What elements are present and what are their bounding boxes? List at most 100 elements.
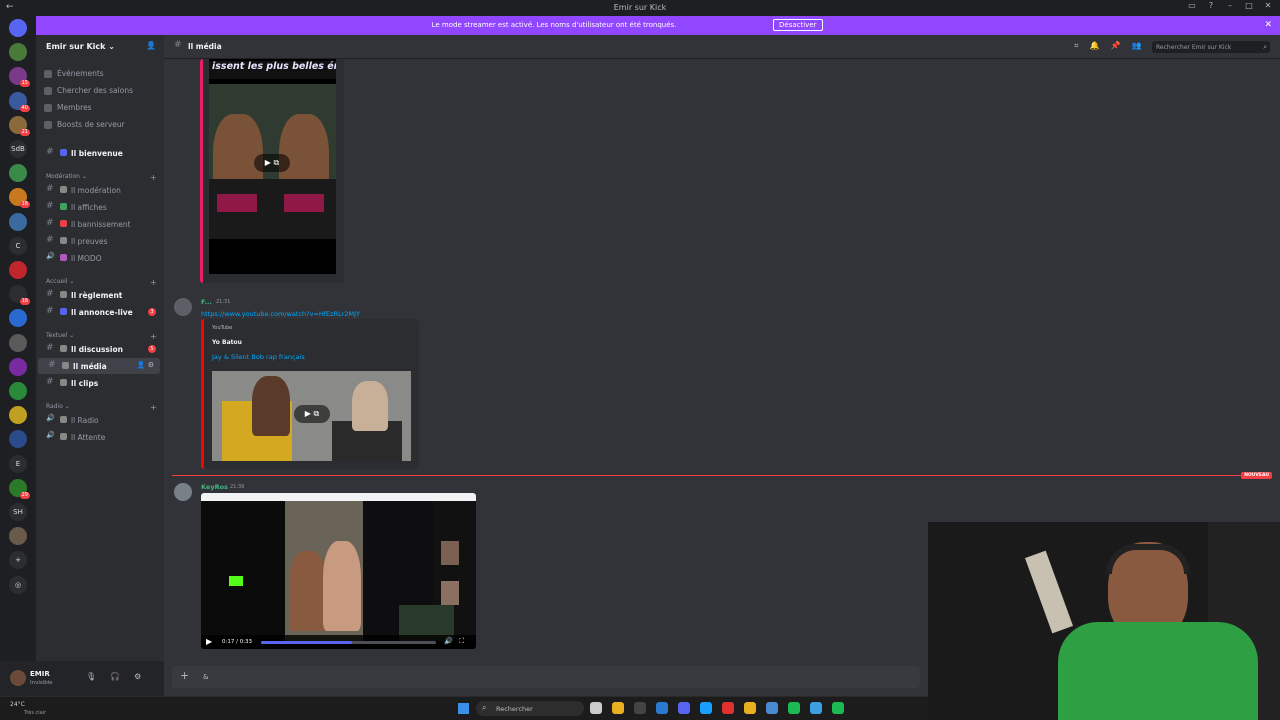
invite-icon[interactable]: 👤 [146,41,156,50]
headset-icon[interactable]: 🎧 [110,672,120,681]
taskbar-app-icon[interactable] [656,702,668,714]
server-icon[interactable]: C [9,236,27,255]
channel-item[interactable]: # ll affiches [36,199,164,215]
taskbar-search[interactable]: ⌕ Rechercher [476,701,584,716]
taskbar-app-icon[interactable] [766,702,778,714]
server-icon[interactable]: 18 [9,188,30,209]
server-icon[interactable]: 15 [9,67,30,88]
taskbar-app-icon[interactable] [832,702,844,714]
channel-item[interactable]: # ll règlement [36,287,164,303]
taskbar-app-icon[interactable] [810,702,822,714]
channel-item[interactable]: 🔊 ll Radio [36,412,164,428]
server-icon[interactable] [9,333,27,352]
taskbar-app-icon[interactable] [612,702,624,714]
volume-icon[interactable]: 🔊 [444,637,453,645]
play-icon[interactable]: ▶ [206,637,212,646]
taskbar-app-icon[interactable] [788,702,800,714]
embed-author[interactable]: Yo Batou [212,339,242,346]
avatar[interactable] [10,670,26,686]
embed-image[interactable]: issent les plus belles émotion ▶ ⧉ [209,59,336,274]
server-icon[interactable] [9,164,27,183]
channel-item[interactable]: # ll clips [36,375,164,391]
server-icon[interactable] [9,19,27,37]
message-link[interactable]: https://www.youtube.com/watch?v=HfEzRLr2… [201,310,360,318]
pinned-icon[interactable]: 📌 [1110,41,1120,51]
server-icon[interactable] [9,527,27,546]
member-list-icon[interactable]: 👥 [1131,41,1141,51]
category-accueil[interactable]: Accueil ⌄ + [46,278,157,287]
message-author[interactable]: F... [201,298,212,306]
threads-icon[interactable]: ⌗ [1074,41,1079,51]
settings-gear-icon[interactable]: ⚙ [134,672,141,681]
taskbar-app-icon[interactable] [590,702,602,714]
microphone-icon[interactable]: 🎙 [86,672,96,681]
disable-streamer-mode-button[interactable]: Désactiver [773,19,823,31]
nav-members[interactable]: Membres [44,103,92,112]
category-moderation[interactable]: Modération ⌄ + [46,173,157,182]
add-channel-icon[interactable]: + [150,173,157,182]
server-icon[interactable]: SdB [9,140,27,158]
channel-item[interactable]: 🔊 ll MODO [36,250,164,266]
fullscreen-icon[interactable]: ⛶ [459,637,464,646]
guild-header[interactable]: Emir sur Kick ⌄ 👤 [36,35,164,59]
category-textuel[interactable]: Textuel ⌄ + [46,332,157,341]
maximize-icon[interactable]: □ [1245,2,1253,10]
close-icon[interactable]: ✕ [1264,2,1272,10]
embed-title[interactable]: Jay & Silent Bob rap français [212,353,305,361]
taskbar-app-icon[interactable] [722,702,734,714]
video-progress-bar[interactable] [261,641,436,644]
play-icon[interactable]: ▶ ⧉ [294,405,330,423]
nav-browse-channels[interactable]: Chercher des salons [44,86,133,95]
server-icon[interactable] [9,357,27,376]
video-thumbnail[interactable]: ▶ ⧉ [212,371,411,461]
channel-item[interactable]: # ll annonce-live 3 [36,304,164,320]
category-radio[interactable]: Radio ⌄ + [46,403,157,412]
server-icon[interactable]: + [9,551,27,570]
server-icon[interactable] [9,261,27,279]
server-icon[interactable]: 18 [9,285,30,306]
server-icon[interactable]: 29 [9,478,30,499]
server-icon[interactable] [9,212,27,231]
server-icon[interactable]: E [9,454,27,473]
channel-item[interactable]: # ll média 👤 ⚙ [38,358,160,374]
server-icon[interactable]: ◎ [9,575,27,594]
taskbar-app-icon[interactable] [700,702,712,714]
taskbar-app-icon[interactable] [634,702,646,714]
taskbar-app-icon[interactable] [744,702,756,714]
server-icon[interactable] [9,406,27,425]
help-icon[interactable]: ? [1207,2,1215,10]
channel-item[interactable]: # ll modération [36,182,164,198]
avatar[interactable] [174,298,192,316]
video-player[interactable]: ▶ 0:17 / 0:33 🔊 ⛶ [201,493,476,649]
server-icon[interactable]: 40 [9,91,30,112]
channel-bienvenue[interactable]: # ll bienvenue [36,145,164,161]
banner-close-icon[interactable]: ✕ [1264,20,1272,30]
minimize-icon[interactable]: – [1226,2,1234,10]
search-input[interactable]: Rechercher Emir sur Kick ⌕ [1152,41,1270,53]
server-icon[interactable] [9,43,27,62]
nav-server-boosts[interactable]: Boosts de serveur [44,120,125,129]
channel-item[interactable]: 🔊 ll Attente [36,429,164,445]
channel-item[interactable]: # ll discussion 5 [36,341,164,357]
server-icon[interactable] [9,309,27,328]
channel-item[interactable]: # ll bannissement [36,216,164,232]
attach-plus-icon[interactable]: + [180,669,189,682]
weather-temp[interactable]: 24°C [10,701,25,708]
channel-settings-icon[interactable]: 👤 ⚙ [137,361,154,369]
add-channel-icon[interactable]: + [150,332,157,341]
server-icon[interactable]: SH [9,503,27,521]
nav-events[interactable]: Événements [44,69,104,78]
windows-start-icon[interactable] [458,703,469,714]
channel-item[interactable]: # ll preuves [36,233,164,249]
message-input[interactable]: + & [172,666,920,688]
taskbar-app-icon[interactable] [678,702,690,714]
avatar[interactable] [174,483,192,501]
server-icon[interactable]: 21 [9,115,30,136]
add-channel-icon[interactable]: + [150,278,157,287]
server-icon[interactable] [9,430,27,449]
notification-bell-icon[interactable]: 🔔 [1090,41,1100,51]
play-icon[interactable]: ▶ ⧉ [254,154,290,172]
add-channel-icon[interactable]: + [150,403,157,412]
server-icon[interactable] [9,382,27,400]
message-author[interactable]: KeyRos [201,483,228,491]
